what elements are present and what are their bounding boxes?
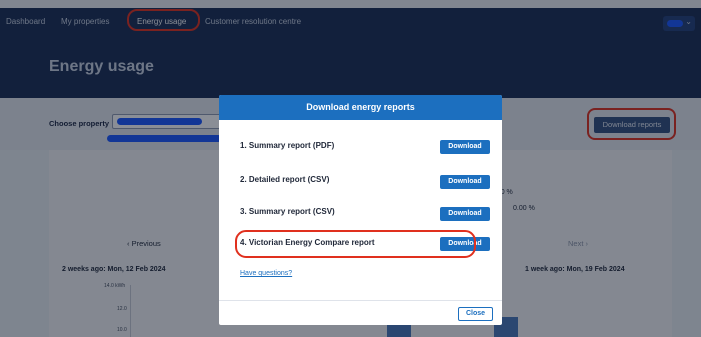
report-row-summary-csv: 3. Summary report (CSV) Download (240, 203, 490, 223)
report-label: 3. Summary report (CSV) (240, 207, 335, 216)
report-row-detailed-csv: 2. Detailed report (CSV) Download (240, 171, 490, 191)
download-reports-dialog: Download energy reports 1. Summary repor… (219, 95, 502, 325)
report-row-summary-pdf: 1. Summary report (PDF) Download (240, 137, 490, 157)
have-questions-link[interactable]: Have questions? (240, 270, 292, 277)
download-summary-pdf-button[interactable]: Download (440, 140, 490, 154)
report-label: 2. Detailed report (CSV) (240, 175, 330, 184)
dialog-title: Download energy reports (219, 95, 502, 120)
victorian-report-highlight-outline (235, 230, 476, 258)
download-summary-csv-button[interactable]: Download (440, 207, 490, 221)
close-button[interactable]: Close (458, 307, 493, 321)
dialog-footer-divider (219, 300, 502, 301)
report-label: 1. Summary report (PDF) (240, 141, 335, 150)
download-detailed-csv-button[interactable]: Download (440, 175, 490, 189)
